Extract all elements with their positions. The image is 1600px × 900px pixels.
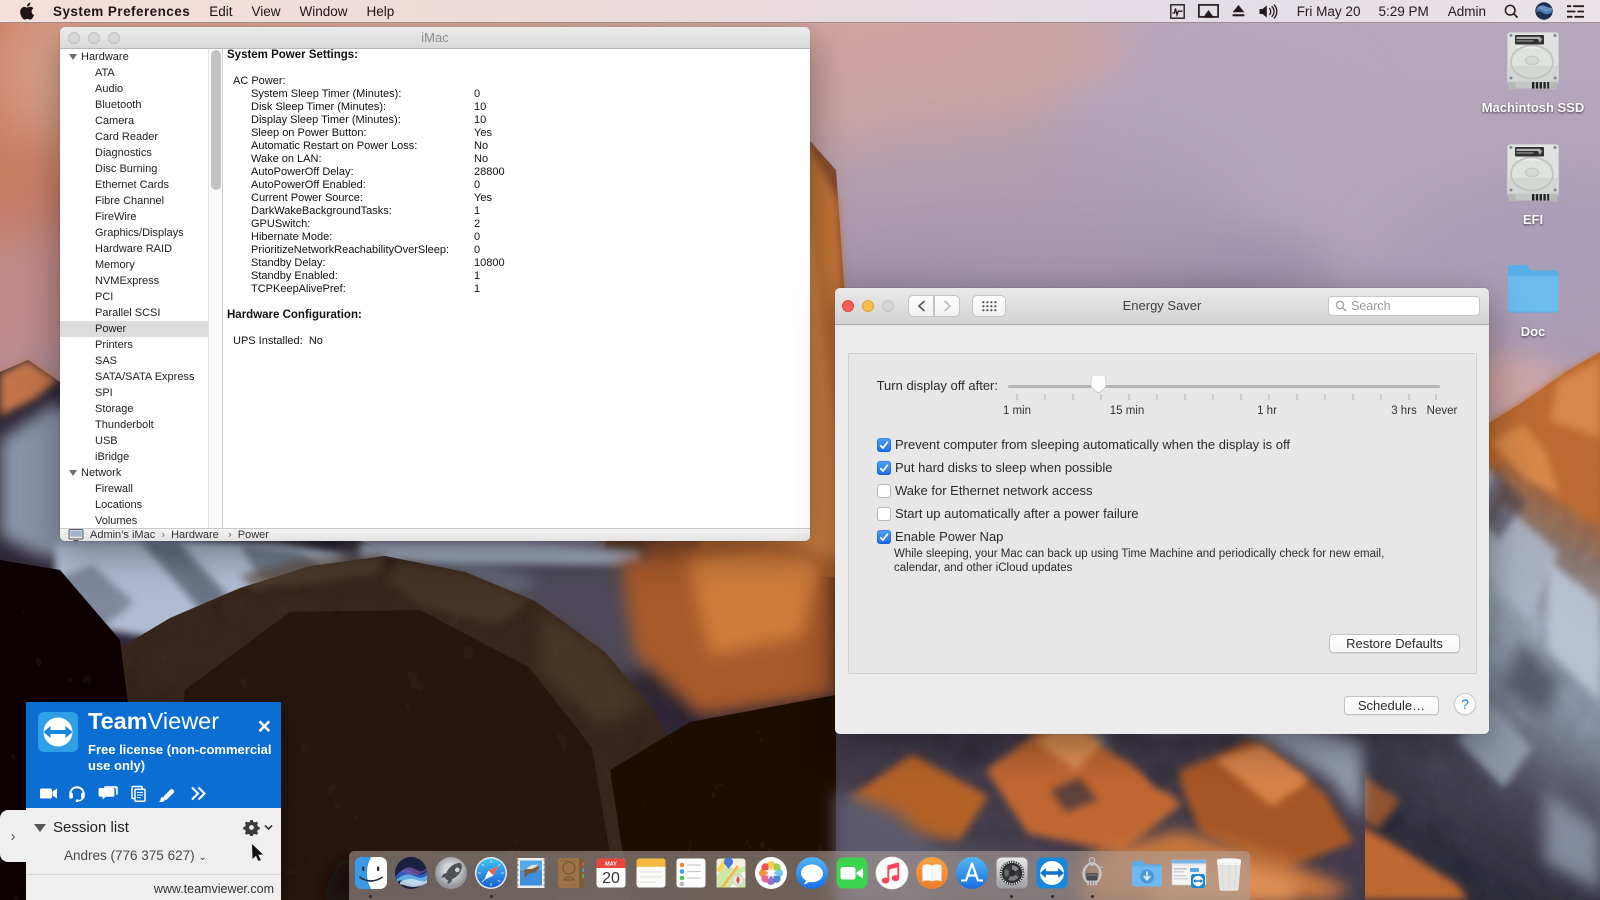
svg-text:20: 20 [602, 870, 620, 887]
svg-text:MAY: MAY [605, 862, 617, 868]
